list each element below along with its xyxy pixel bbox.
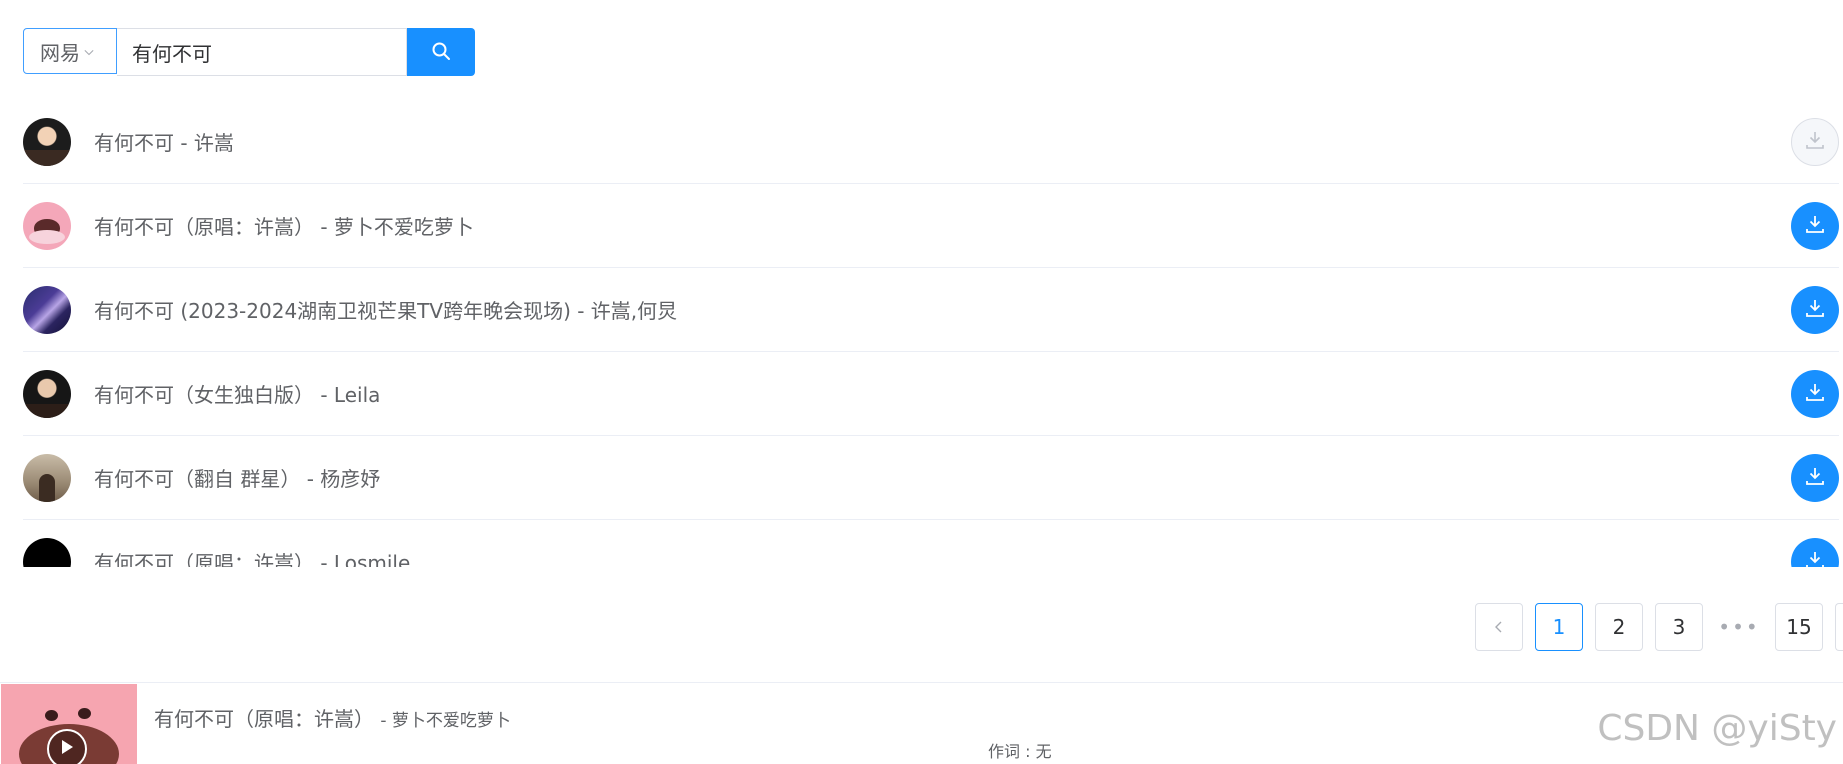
song-row[interactable]: 有何不可（原唱：许嵩） - Losmile: [23, 520, 1839, 567]
song-avatar: [23, 453, 71, 502]
page-button-1[interactable]: 1: [1535, 603, 1583, 651]
song-row[interactable]: 有何不可 - 许嵩: [23, 100, 1839, 184]
download-icon: [1804, 213, 1826, 239]
song-avatar: [23, 369, 71, 418]
lyric-line: 作词 : 无: [988, 742, 1052, 761]
player-bar: 有何不可（原唱：许嵩） - 萝卜不爱吃萝卜 作词 : 无: [0, 682, 1843, 764]
now-playing-artist: - 萝卜不爱吃萝卜: [380, 711, 511, 731]
download-icon: [1804, 465, 1826, 491]
next-page-button[interactable]: [1835, 603, 1843, 651]
song-row[interactable]: 有何不可 (2023-2024湖南卫视芒果TV跨年晚会现场) - 许嵩,何炅: [23, 268, 1839, 352]
now-playing-title: 有何不可（原唱：许嵩） - 萝卜不爱吃萝卜: [154, 703, 511, 732]
download-icon: [1804, 381, 1826, 407]
download-icon: [1804, 297, 1826, 323]
chevron-left-icon: [1492, 615, 1506, 639]
chevron-down-icon: [84, 46, 94, 56]
search-input[interactable]: [117, 28, 407, 76]
song-title: 有何不可（原唱：许嵩） - Losmile: [94, 551, 411, 567]
song-title: 有何不可（原唱：许嵩） - 萝卜不爱吃萝卜: [94, 215, 474, 239]
page-ellipsis[interactable]: •••: [1715, 603, 1763, 651]
song-avatar: [23, 201, 71, 250]
download-button[interactable]: [1791, 538, 1839, 567]
source-select-value: 网易: [40, 40, 80, 65]
page-button-2[interactable]: 2: [1595, 603, 1643, 651]
song-title: 有何不可（女生独白版） - Leila: [94, 383, 381, 407]
song-avatar: [23, 537, 71, 567]
source-select[interactable]: 网易: [23, 28, 117, 74]
download-button[interactable]: [1791, 118, 1839, 166]
song-list: 有何不可 - 许嵩 有何不可（原唱：许嵩） - 萝卜不爱吃萝卜 有何不可 (20…: [23, 100, 1839, 567]
search-button[interactable]: [407, 28, 475, 76]
download-button[interactable]: [1791, 370, 1839, 418]
song-avatar: [23, 117, 71, 166]
download-button[interactable]: [1791, 286, 1839, 334]
song-row[interactable]: 有何不可（原唱：许嵩） - 萝卜不爱吃萝卜: [23, 184, 1839, 268]
play-button[interactable]: [47, 729, 87, 764]
watermark: CSDN @yiSty: [1597, 708, 1837, 749]
download-button[interactable]: [1791, 202, 1839, 250]
song-title: 有何不可 - 许嵩: [94, 131, 234, 155]
song-row[interactable]: 有何不可（女生独白版） - Leila: [23, 352, 1839, 436]
play-icon: [59, 738, 75, 760]
prev-page-button[interactable]: [1475, 603, 1523, 651]
song-row[interactable]: 有何不可（翻自 群星） - 杨彦妤: [23, 436, 1839, 520]
download-icon: [1804, 549, 1826, 567]
search-icon: [431, 41, 451, 64]
page-button-3[interactable]: 3: [1655, 603, 1703, 651]
pagination: 1 2 3 ••• 15: [1475, 603, 1843, 651]
song-title: 有何不可 (2023-2024湖南卫视芒果TV跨年晚会现场) - 许嵩,何炅: [94, 299, 678, 323]
download-icon: [1804, 129, 1826, 155]
download-button[interactable]: [1791, 454, 1839, 502]
page-button-last[interactable]: 15: [1775, 603, 1823, 651]
song-title: 有何不可（翻自 群星） - 杨彦妤: [94, 467, 381, 491]
search-bar: 网易: [23, 28, 475, 76]
song-avatar: [23, 285, 71, 334]
now-playing-song: 有何不可（原唱：许嵩）: [154, 707, 374, 731]
